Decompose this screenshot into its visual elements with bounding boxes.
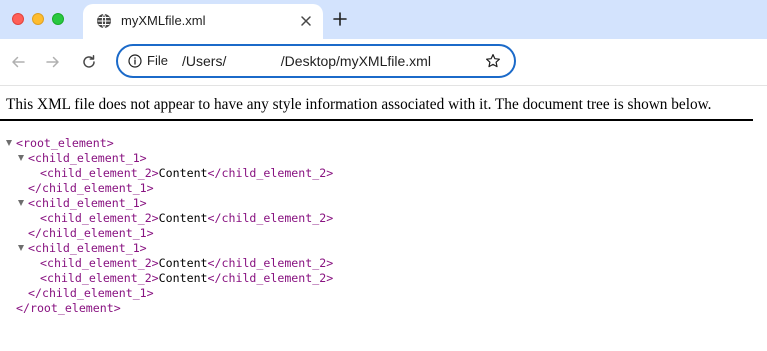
- star-icon[interactable]: [485, 53, 501, 69]
- globe-icon: [96, 13, 112, 29]
- new-tab-button[interactable]: [330, 9, 350, 29]
- tab-active[interactable]: myXMLfile.xml: [83, 4, 323, 39]
- xml-element-open: <child_element_1>: [28, 241, 147, 256]
- xml-tag: <child_element_2>: [40, 271, 159, 285]
- expand-triangle-icon[interactable]: [18, 245, 24, 251]
- xml-tag: </child_element_2>: [207, 211, 334, 225]
- xml-root-open: <root_element>: [16, 136, 114, 151]
- xml-leaf-element: <child_element_2>Content</child_element_…: [40, 166, 333, 181]
- xml-tag: <root_element>: [16, 136, 114, 150]
- browser-toolbar: File /Users/ /Desktop/myXMLfile.xml: [0, 39, 767, 86]
- xml-leaf-element: <child_element_2>Content</child_element_…: [40, 256, 333, 271]
- arrow-left-icon: [12, 56, 25, 68]
- xml-tag: <child_element_2>: [40, 211, 159, 225]
- xml-tag: <child_element_2>: [40, 166, 159, 180]
- xml-element-close: </child_element_1>: [28, 226, 154, 241]
- xml-element-open: <child_element_1>: [28, 196, 147, 211]
- expand-triangle-icon[interactable]: [18, 200, 24, 206]
- xml-tag: <child_element_1>: [28, 241, 147, 255]
- xml-element-close: </child_element_1>: [28, 181, 154, 196]
- xml-root-close: </root_element>: [16, 301, 121, 316]
- arrow-right-icon: [46, 56, 59, 68]
- reload-button[interactable]: [80, 53, 98, 71]
- window-minimize-button[interactable]: [32, 13, 44, 25]
- xml-tag: </child_element_2>: [207, 271, 334, 285]
- tab-strip: myXMLfile.xml: [0, 0, 767, 39]
- xml-tag: </child_element_1>: [28, 286, 154, 300]
- xml-tag: </child_element_2>: [207, 166, 334, 180]
- info-icon[interactable]: [128, 54, 142, 68]
- forward-button[interactable]: [44, 53, 62, 71]
- xml-tag: <child_element_1>: [28, 151, 147, 165]
- xml-tag: </child_element_2>: [207, 256, 334, 270]
- divider: [0, 119, 753, 121]
- url-text[interactable]: /Users/ /Desktop/myXMLfile.xml: [182, 53, 431, 69]
- tab-title: myXMLfile.xml: [121, 13, 206, 28]
- xml-tag: </root_element>: [16, 301, 121, 315]
- xml-style-notice: This XML file does not appear to have an…: [6, 96, 712, 113]
- xml-tag: <child_element_1>: [28, 196, 147, 210]
- close-icon[interactable]: [298, 13, 314, 29]
- xml-text: Content: [158, 271, 208, 285]
- back-button[interactable]: [9, 53, 27, 71]
- window-maximize-button[interactable]: [52, 13, 64, 25]
- xml-text: Content: [158, 256, 208, 270]
- reload-icon: [83, 55, 95, 68]
- xml-text: Content: [158, 166, 208, 180]
- plus-icon: [333, 12, 347, 26]
- xml-text: Content: [158, 211, 208, 225]
- xml-leaf-element: <child_element_2>Content</child_element_…: [40, 211, 333, 226]
- xml-element-open: <child_element_1>: [28, 151, 147, 166]
- window-close-button[interactable]: [12, 13, 24, 25]
- address-bar[interactable]: File /Users/ /Desktop/myXMLfile.xml: [116, 44, 516, 78]
- xml-leaf-element: <child_element_2>Content</child_element_…: [40, 271, 333, 286]
- xml-tag: </child_element_1>: [28, 181, 154, 195]
- xml-tag: </child_element_1>: [28, 226, 154, 240]
- expand-triangle-icon[interactable]: [18, 155, 24, 161]
- site-info-chip[interactable]: File: [147, 53, 168, 68]
- xml-tag: <child_element_2>: [40, 256, 159, 270]
- xml-element-close: </child_element_1>: [28, 286, 154, 301]
- expand-triangle-icon[interactable]: [6, 140, 12, 146]
